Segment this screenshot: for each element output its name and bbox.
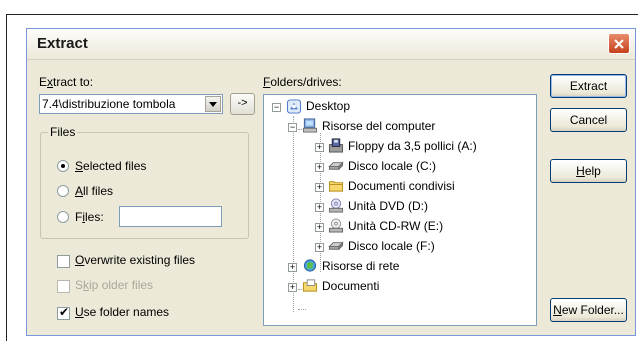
documents-icon <box>302 279 318 292</box>
extract-path-value: 7.4\distribuzione tombola <box>42 97 176 111</box>
all-files-radio[interactable] <box>57 185 69 197</box>
hard-drive-icon <box>328 241 344 251</box>
window-title: Extract <box>37 35 88 52</box>
close-icon <box>614 38 624 49</box>
cd-icon <box>328 218 344 233</box>
cancel-button[interactable]: Cancel <box>550 108 627 132</box>
files-group-title: Files <box>48 125 78 139</box>
tree-item-label[interactable]: Desktop <box>306 99 350 113</box>
tree-item-label[interactable]: Disco locale (F:) <box>348 239 435 253</box>
tree-item-label[interactable]: Floppy da 3,5 pollici (A:) <box>348 139 477 153</box>
tree-item-label[interactable]: Unità DVD (D:) <box>348 199 428 213</box>
title-bar[interactable]: Extract <box>27 29 635 60</box>
overwrite-existing-checkbox[interactable] <box>57 255 70 268</box>
tree-item-label[interactable]: Documenti condivisi <box>348 179 455 193</box>
go-to-path-button[interactable]: -> <box>230 93 255 115</box>
folder-icon <box>328 181 344 192</box>
new-folder-button[interactable]: New Folder... <box>550 298 627 322</box>
all-files-label[interactable]: All files <box>75 184 113 198</box>
extract-path-combobox[interactable]: 7.4\distribuzione tombola <box>39 94 223 114</box>
network-icon <box>303 259 317 272</box>
folder-tree[interactable]: − Desktop − Risorse del computer + Flopp… <box>263 94 537 326</box>
expand-toggle[interactable]: + <box>288 283 297 292</box>
computer-icon <box>302 118 318 133</box>
tree-item-label[interactable]: Disco locale (C:) <box>348 159 436 173</box>
overwrite-existing-label[interactable]: Overwrite existing files <box>75 253 195 267</box>
combobox-dropdown-button[interactable] <box>205 96 221 112</box>
expand-toggle[interactable]: + <box>315 243 324 252</box>
chevron-down-icon <box>209 101 217 107</box>
extract-button[interactable]: Extract <box>550 74 627 98</box>
help-button[interactable]: Help <box>550 159 627 183</box>
collapse-toggle[interactable]: − <box>288 123 297 132</box>
tree-item-label[interactable]: Documenti <box>322 279 379 293</box>
files-pattern-label[interactable]: Files: <box>75 210 104 224</box>
use-folder-names-checkbox[interactable]: ✔ <box>57 305 70 320</box>
files-pattern-input[interactable] <box>119 206 222 227</box>
expand-toggle[interactable]: + <box>315 223 324 232</box>
desktop-icon <box>286 99 302 114</box>
extract-dialog: Extract Extract to: 7.4\distribuzione to… <box>26 28 636 336</box>
skip-older-label: Skip older files <box>75 278 154 292</box>
skip-older-checkbox <box>57 280 70 293</box>
checkmark-icon: ✔ <box>59 305 70 319</box>
files-pattern-radio[interactable] <box>57 211 69 223</box>
expand-toggle[interactable]: + <box>315 183 324 192</box>
close-button[interactable] <box>608 33 630 54</box>
floppy-icon <box>328 138 344 153</box>
extract-to-label: Extract to: <box>39 75 94 89</box>
collapse-toggle[interactable]: − <box>272 103 281 112</box>
expand-toggle[interactable]: + <box>288 263 297 272</box>
radio-selected-dot <box>61 164 65 168</box>
selected-files-radio[interactable] <box>57 160 69 172</box>
selected-files-label[interactable]: Selected files <box>75 159 146 173</box>
expand-toggle[interactable]: + <box>315 163 324 172</box>
tree-item-label[interactable]: Risorse di rete <box>322 259 399 273</box>
tree-item-label[interactable]: Unità CD-RW (E:) <box>348 219 443 233</box>
tree-item-label[interactable]: Risorse del computer <box>322 119 435 133</box>
expand-toggle[interactable]: + <box>315 203 324 212</box>
use-folder-names-label[interactable]: Use folder names <box>75 305 169 319</box>
hard-drive-icon <box>328 161 344 171</box>
dvd-icon <box>328 198 344 213</box>
expand-toggle[interactable]: + <box>315 143 324 152</box>
folders-drives-label: Folders/drives: <box>263 75 342 89</box>
